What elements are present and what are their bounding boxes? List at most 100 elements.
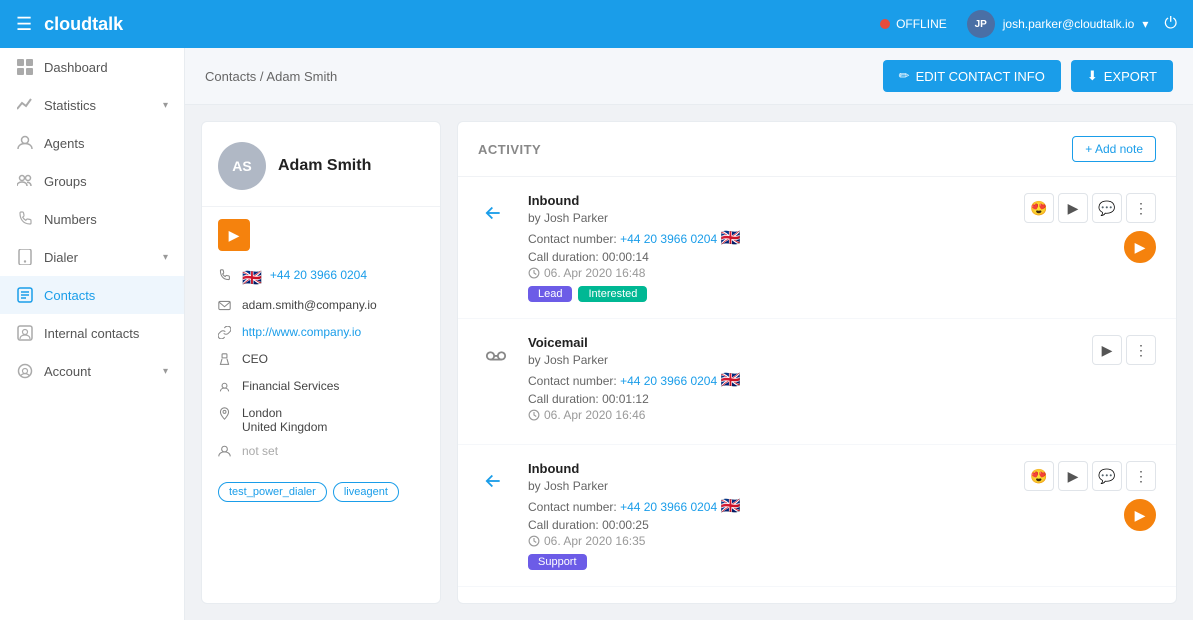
activity-time: 06. Apr 2020 16:48 bbox=[528, 266, 1010, 280]
contact-role: CEO bbox=[242, 352, 268, 366]
agents-icon bbox=[16, 134, 34, 152]
sidebar-item-dialer[interactable]: Dialer ▾ bbox=[0, 238, 184, 276]
phone-number[interactable]: +44 20 3966 0204 bbox=[270, 268, 367, 282]
contact-industry-field: Financial Services bbox=[218, 374, 424, 401]
activity-content: Inbound by Josh Parker Contact number: +… bbox=[528, 461, 1010, 570]
numbers-icon bbox=[16, 210, 34, 228]
breadcrumb-text: Contacts / Adam Smith bbox=[205, 69, 337, 84]
content-area: Contacts / Adam Smith ✏ EDIT CONTACT INF… bbox=[185, 48, 1193, 620]
email-icon bbox=[218, 299, 234, 315]
activity-content: Voicemail by Josh Parker Contact number:… bbox=[528, 335, 1078, 428]
label-support: Support bbox=[528, 554, 587, 570]
activity-item: Voicemail by Josh Parker Contact number:… bbox=[458, 319, 1176, 445]
sidebar-item-agents[interactable]: Agents bbox=[0, 124, 184, 162]
comment-button[interactable]: 💬 bbox=[1092, 193, 1122, 223]
label-lead: Lead bbox=[528, 286, 572, 302]
sidebar-label-dialer: Dialer bbox=[44, 250, 153, 265]
activity-duration: Call duration: 00:00:25 bbox=[528, 518, 1010, 532]
play-button[interactable]: ▶ bbox=[1058, 193, 1088, 223]
sidebar-label-statistics: Statistics bbox=[44, 98, 153, 113]
role-icon bbox=[218, 353, 234, 369]
phone-link[interactable]: +44 20 3966 0204 bbox=[620, 374, 717, 388]
activity-by: by Josh Parker bbox=[528, 211, 1010, 225]
sidebar-label-account: Account bbox=[44, 364, 153, 379]
activity-actions: 😍 ▶ 💬 ⋮ ▶ bbox=[1024, 193, 1156, 263]
activity-title: ACTIVITY bbox=[478, 142, 541, 157]
sidebar-item-contacts[interactable]: Contacts bbox=[0, 276, 184, 314]
export-icon: ⬇ bbox=[1087, 68, 1098, 84]
edit-contact-button[interactable]: ✏ EDIT CONTACT INFO bbox=[883, 60, 1061, 92]
sidebar-label-dashboard: Dashboard bbox=[44, 60, 168, 75]
sidebar-item-statistics[interactable]: Statistics ▾ bbox=[0, 86, 184, 124]
header: ☰ cloudtalk OFFLINE JP josh.parker@cloud… bbox=[0, 0, 1193, 48]
activity-actions: ▶ ⋮ bbox=[1092, 335, 1156, 365]
flag-uk: 🇬🇧 bbox=[721, 498, 741, 515]
menu-icon[interactable]: ☰ bbox=[16, 14, 32, 35]
activity-by: by Josh Parker bbox=[528, 353, 1078, 367]
industry-icon bbox=[218, 380, 234, 396]
export-button[interactable]: ⬇ EXPORT bbox=[1071, 60, 1173, 92]
status-indicator: OFFLINE bbox=[880, 17, 947, 31]
sidebar-label-numbers: Numbers bbox=[44, 212, 168, 227]
activity-item: Inbound by Josh Parker Contact number: +… bbox=[458, 445, 1176, 587]
contact-website[interactable]: http://www.company.io bbox=[242, 325, 361, 339]
power-icon[interactable]: ⏻ bbox=[1164, 15, 1177, 33]
sidebar-label-internal-contacts: Internal contacts bbox=[44, 326, 168, 341]
sidebar-label-contacts: Contacts bbox=[44, 288, 168, 303]
link-icon bbox=[218, 326, 234, 342]
play-button[interactable]: ▶ bbox=[1058, 461, 1088, 491]
flag-uk: 🇬🇧 bbox=[721, 372, 741, 389]
chevron-right-icon: ▾ bbox=[163, 366, 168, 377]
add-note-button[interactable]: + Add note bbox=[1072, 136, 1156, 162]
tag-liveagent[interactable]: liveagent bbox=[333, 482, 399, 502]
sidebar-label-groups: Groups bbox=[44, 174, 168, 189]
contact-location: London United Kingdom bbox=[242, 406, 327, 434]
contact-phone-field: 🇬🇧 +44 20 3966 0204 bbox=[218, 263, 424, 293]
actions-inline: 😍 ▶ 💬 ⋮ bbox=[1024, 193, 1156, 223]
contact-badge[interactable]: ▶ bbox=[218, 219, 250, 251]
internal-contacts-icon bbox=[16, 324, 34, 342]
activity-labels: Support bbox=[528, 554, 1010, 570]
activity-panel: ACTIVITY + Add note Inbound by Josh Park… bbox=[457, 121, 1177, 604]
voicemail-icon bbox=[478, 337, 514, 373]
contact-card-header: AS Adam Smith bbox=[202, 122, 440, 207]
comment-button[interactable]: 💬 bbox=[1092, 461, 1122, 491]
call-back-button[interactable]: ▶ bbox=[1124, 231, 1156, 263]
more-button[interactable]: ⋮ bbox=[1126, 335, 1156, 365]
sidebar-item-account[interactable]: Account ▾ bbox=[0, 352, 184, 390]
user-email: josh.parker@cloudtalk.io bbox=[1003, 17, 1135, 31]
play-button[interactable]: ▶ bbox=[1092, 335, 1122, 365]
activity-type: Voicemail bbox=[528, 335, 1078, 350]
tag-power-dialer[interactable]: test_power_dialer bbox=[218, 482, 327, 502]
phone-link[interactable]: +44 20 3966 0204 bbox=[620, 500, 717, 514]
breadcrumb: Contacts / Adam Smith ✏ EDIT CONTACT INF… bbox=[185, 48, 1193, 105]
sidebar-item-dashboard[interactable]: Dashboard bbox=[0, 48, 184, 86]
avatar: AS bbox=[218, 142, 266, 190]
logo: cloudtalk bbox=[44, 14, 880, 35]
emoji-reaction-button[interactable]: 😍 bbox=[1024, 193, 1054, 223]
breadcrumb-actions: ✏ EDIT CONTACT INFO ⬇ EXPORT bbox=[883, 60, 1173, 92]
activity-duration: Call duration: 00:00:14 bbox=[528, 250, 1010, 264]
sidebar-item-groups[interactable]: Groups bbox=[0, 162, 184, 200]
phone-link[interactable]: +44 20 3966 0204 bbox=[620, 232, 717, 246]
activity-number: Contact number: +44 20 3966 0204 🇬🇧 bbox=[528, 496, 1010, 516]
user-menu[interactable]: JP josh.parker@cloudtalk.io ▾ bbox=[967, 10, 1149, 38]
account-icon bbox=[16, 362, 34, 380]
edit-icon: ✏ bbox=[899, 68, 910, 84]
activity-time: 06. Apr 2020 16:35 bbox=[528, 534, 1010, 548]
more-button[interactable]: ⋮ bbox=[1126, 193, 1156, 223]
emoji-reaction-button[interactable]: 😍 bbox=[1024, 461, 1054, 491]
contact-badge-row: ▶ bbox=[202, 207, 440, 255]
contact-website-field: http://www.company.io bbox=[218, 320, 424, 347]
activity-number: Contact number: +44 20 3966 0204 🇬🇧 bbox=[528, 370, 1078, 390]
sidebar-item-internal-contacts[interactable]: Internal contacts bbox=[0, 314, 184, 352]
activity-item: Inbound by Josh Parker Contact number: +… bbox=[458, 177, 1176, 319]
call-back-button[interactable]: ▶ bbox=[1124, 499, 1156, 531]
sidebar-item-numbers[interactable]: Numbers bbox=[0, 200, 184, 238]
activity-actions: 😍 ▶ 💬 ⋮ ▶ bbox=[1024, 461, 1156, 531]
groups-icon bbox=[16, 172, 34, 190]
contact-location-field: London United Kingdom bbox=[218, 401, 424, 439]
contact-email: adam.smith@company.io bbox=[242, 298, 377, 312]
more-button[interactable]: ⋮ bbox=[1126, 461, 1156, 491]
contact-email-field: adam.smith@company.io bbox=[218, 293, 424, 320]
